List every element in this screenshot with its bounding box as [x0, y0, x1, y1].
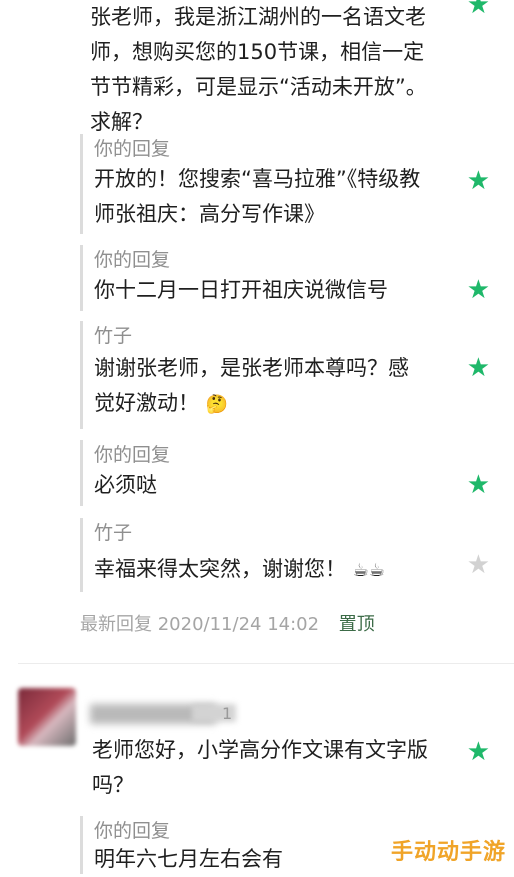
reply-bar [80, 321, 83, 429]
star-icon[interactable]: ★ [467, 277, 490, 303]
reply-bar [80, 816, 83, 874]
star-icon[interactable]: ★ [467, 472, 490, 498]
reply-item: 你的回复 开放的！您搜索“喜马拉雅”《特级教师张祖庆：高分写作课》 ★ [80, 126, 514, 236]
reply-author: 你的回复 [94, 444, 171, 466]
avatar[interactable] [18, 688, 76, 746]
reply-item: 竹子 谢谢张老师，是张老师本尊吗？感觉好激动！ 🤔 ★ [80, 313, 514, 431]
reply-text: 开放的！您搜索“喜马拉雅”《特级教师张祖庆：高分写作课》 [94, 167, 421, 226]
reply-item: 竹子 幸福来得太突然，谢谢您！ ☕☕ ★ [80, 510, 514, 594]
reply-bar [80, 440, 83, 506]
reply-text: 你十二月一日打开祖庆说微信号 [94, 278, 388, 302]
reply-author: 你的回复 [94, 249, 171, 271]
reply-item: 你的回复 你十二月一日打开祖庆说微信号 ★ [80, 237, 514, 313]
reply-bar [80, 134, 83, 234]
star-icon[interactable]: ★ [467, 0, 490, 18]
like-count: 1 [222, 704, 233, 723]
reply-item: 你的回复 必须哒 ★ [80, 432, 514, 508]
star-icon[interactable]: ★ [467, 552, 490, 578]
star-icon[interactable]: ★ [467, 737, 490, 767]
comment-item: 张老师，我是浙江湖州的一名语文老师，想购买您的150节课，相信一定节节精彩，可是… [80, 0, 514, 134]
reply-text: 谢谢张老师，是张老师本尊吗？感觉好激动！ 🤔 [94, 351, 414, 422]
reply-bar [80, 245, 83, 311]
comment-text: 张老师，我是浙江湖州的一名语文老师，想购买您的150节课，相信一定节节精彩，可是… [90, 5, 427, 134]
latest-reply-time: 最新回复 2020/11/24 14:02 [80, 614, 320, 635]
watermark-logo: 手动动手游 [390, 840, 506, 865]
reply-text: 明年六七月左右会有 [94, 847, 283, 871]
reply-bar [80, 518, 83, 592]
reply-text: 幸福来得太突然，谢谢您！ ☕☕ [94, 552, 439, 588]
reply-author: 竹子 [94, 522, 133, 544]
pin-button[interactable]: 置顶 [339, 614, 375, 635]
thinking-face-icon: 🤔 [205, 394, 229, 415]
coffee-cup-icon: ☕☕ [352, 560, 385, 581]
reply-text-body: 幸福来得太突然，谢谢您！ [94, 557, 346, 581]
reply-author: 你的回复 [94, 820, 171, 842]
comment-text: 老师您好，小学高分作文课有文字版吗？ [92, 738, 428, 797]
reply-text: 必须哒 [94, 473, 157, 497]
star-icon[interactable]: ★ [467, 168, 490, 194]
reply-text-body: 谢谢张老师，是张老师本尊吗？感觉好激动！ [94, 356, 409, 415]
latest-reply-footer: 最新回复 2020/11/24 14:02 置顶 [80, 610, 375, 636]
reply-author: 你的回复 [94, 138, 171, 160]
divider [18, 663, 514, 664]
reply-author: 竹子 [94, 325, 133, 347]
star-icon[interactable]: ★ [467, 355, 490, 381]
